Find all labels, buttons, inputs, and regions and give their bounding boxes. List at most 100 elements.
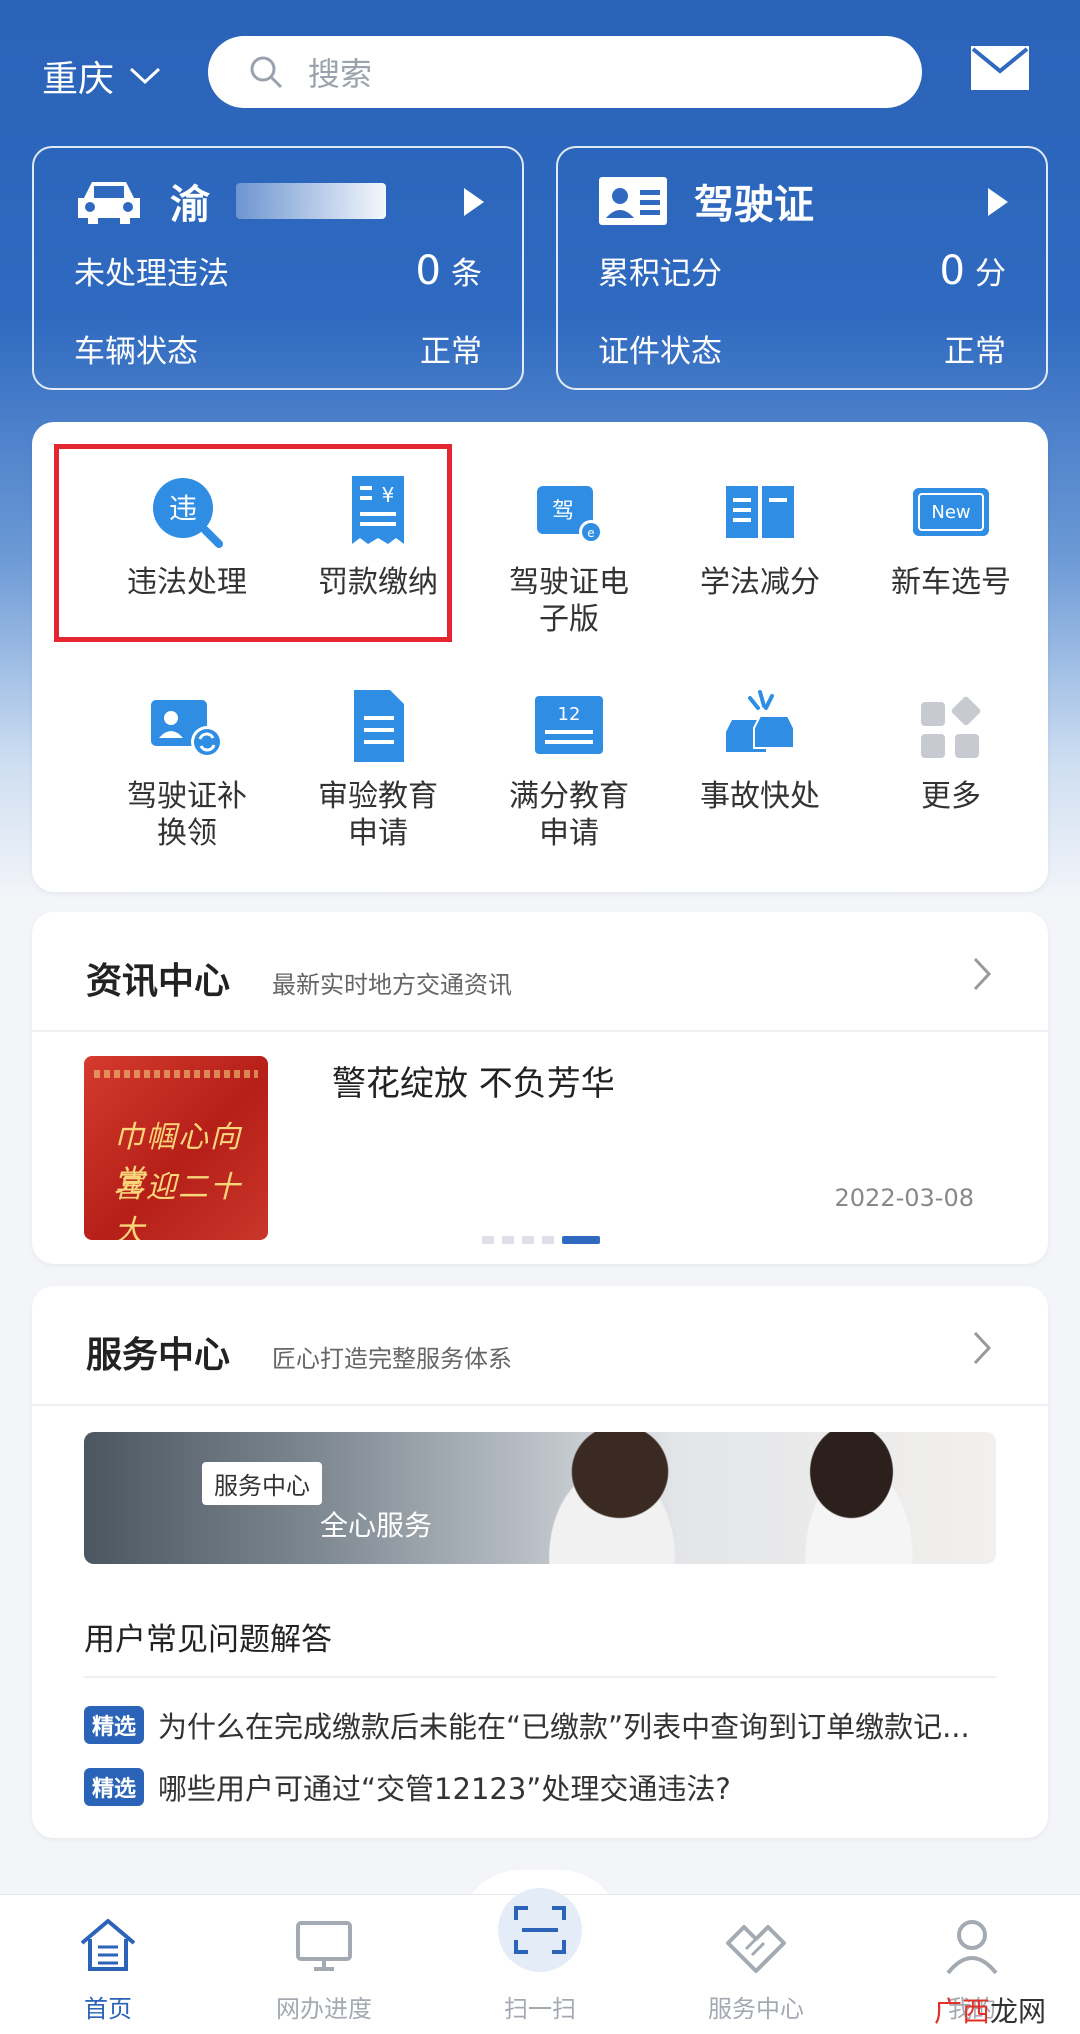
nav-label: 服务中心 <box>708 1995 804 2023</box>
svg-text:New: New <box>931 502 970 523</box>
unhandled-violations-count: 0 <box>415 248 441 294</box>
faq-question: 为什么在完成缴款后未能在“已缴款”列表中查询到订单缴款记... <box>158 1710 970 1744</box>
banner-subtitle: 全心服务 <box>320 1509 433 1542</box>
carousel-dot-active <box>562 1236 600 1244</box>
search-input[interactable]: 搜索 <box>208 36 922 108</box>
scan-button[interactable] <box>498 1888 582 1972</box>
watermark-part-1: 广西 <box>933 1995 990 2028</box>
nav-home[interactable]: 首页 <box>28 1913 188 2024</box>
unit-label: 条 <box>451 256 482 292</box>
document-icon <box>354 690 404 762</box>
service-label: 驾驶证补换领 <box>127 779 247 851</box>
carousel-indicator <box>482 1236 600 1244</box>
license-card[interactable]: 驾驶证 累积记分 0分 证件状态 正常 <box>556 146 1048 390</box>
nav-label: 首页 <box>84 1995 132 2023</box>
book-icon <box>726 486 794 538</box>
service-new-car-plate[interactable]: New 新车选号 <box>856 472 1046 601</box>
carousel-dot <box>542 1236 554 1244</box>
chevron-down-icon <box>129 67 161 85</box>
carousel-dot <box>482 1236 494 1244</box>
city-selector[interactable]: 重庆 <box>42 50 162 102</box>
scan-icon <box>514 1906 566 1954</box>
city-label: 重庆 <box>42 59 115 100</box>
monitor-icon <box>296 1921 352 1971</box>
divider <box>84 1676 996 1678</box>
license-card-title: 驾驶证 <box>694 182 814 228</box>
service-label: 学法减分 <box>700 565 820 600</box>
service-e-license[interactable]: 驾 e 驾驶证电子版 <box>474 472 664 638</box>
service-center-card: 服务中心 匠心打造完整服务体系 服务中心 全心服务 用户常见问题解答 精选 为什… <box>32 1286 1048 1838</box>
e-license-icon: 驾 e <box>537 486 603 544</box>
car-icon <box>78 182 140 224</box>
service-banner[interactable]: 服务中心 全心服务 <box>84 1432 996 1564</box>
service-study-reduce-points[interactable]: 学法减分 <box>665 472 855 601</box>
service-label: 满分教育申请 <box>509 779 629 851</box>
faq-section-title: 用户常见问题解答 <box>84 1622 332 1658</box>
service-center-subtitle: 匠心打造完整服务体系 <box>272 1345 513 1373</box>
service-review-education[interactable]: 审验教育申请 <box>283 686 473 852</box>
vehicle-status-value: 正常 <box>420 334 482 370</box>
user-icon <box>946 1920 998 1975</box>
chevron-right-icon[interactable] <box>972 956 992 992</box>
carousel-dot <box>522 1236 534 1244</box>
news-center-card: 资讯中心 最新实时地方交通资讯 巾帼心向党 喜迎二十大 警花绽放 不负芳华 20… <box>32 912 1048 1264</box>
thumbnail-strip <box>94 1070 258 1078</box>
more-grid-icon <box>921 696 981 758</box>
plate-prefix: 渝 <box>170 182 210 228</box>
faq-question: 哪些用户可通过“交管12123”处理交通违法? <box>158 1772 731 1806</box>
nav-label: 扫一扫 <box>504 1995 576 2023</box>
service-license-renewal[interactable]: 驾驶证补换领 <box>92 686 282 852</box>
service-label: 更多 <box>921 779 981 814</box>
search-placeholder: 搜索 <box>308 55 373 93</box>
calendar-12-icon: 12 <box>535 696 603 754</box>
chevron-right-icon[interactable] <box>972 1330 992 1366</box>
play-arrow-icon <box>988 188 1008 216</box>
service-label: 审验教育申请 <box>318 779 438 851</box>
featured-badge: 精选 <box>84 1706 145 1744</box>
faq-item[interactable]: 精选 为什么在完成缴款后未能在“已缴款”列表中查询到订单缴款记... <box>84 1704 1014 1746</box>
accumulated-points-label: 累积记分 <box>598 256 722 292</box>
svg-text:驾: 驾 <box>552 499 574 524</box>
faq-item[interactable]: 精选 哪些用户可通过“交管12123”处理交通违法? <box>84 1766 1014 1808</box>
divider <box>32 1030 1048 1032</box>
license-card-icon <box>599 177 667 225</box>
service-full-score-education[interactable]: 12 满分教育申请 <box>474 686 664 852</box>
license-renew-icon <box>151 700 223 758</box>
search-icon <box>250 56 283 89</box>
news-center-subtitle: 最新实时地方交通资讯 <box>272 971 513 999</box>
watermark: 广西龙网 <box>934 1990 1046 2030</box>
nav-label: 网办进度 <box>276 1995 372 2023</box>
news-item-title[interactable]: 警花绽放 不负芳华 <box>332 1056 615 1105</box>
nav-progress[interactable]: 网办进度 <box>244 1913 404 2024</box>
plate-number-masked <box>236 183 386 219</box>
svg-text:12: 12 <box>558 704 581 725</box>
play-arrow-icon <box>464 188 484 216</box>
home-icon <box>80 1919 136 1971</box>
service-label: 驾驶证电子版 <box>509 565 629 637</box>
service-label: 新车选号 <box>891 565 1011 600</box>
license-status-value: 正常 <box>944 334 1006 370</box>
agent-image <box>784 1432 934 1564</box>
featured-badge: 精选 <box>84 1768 145 1806</box>
news-thumbnail[interactable]: 巾帼心向党 喜迎二十大 <box>84 1056 268 1240</box>
svg-text:e: e <box>587 526 594 540</box>
accumulated-points-value: 0 <box>939 248 965 294</box>
news-center-title: 资讯中心 <box>86 961 231 1002</box>
service-accident-quick[interactable]: 事故快处 <box>665 686 855 815</box>
vehicle-status-label: 车辆状态 <box>74 334 198 370</box>
unhandled-violations-label: 未处理违法 <box>74 256 229 292</box>
nav-service-center[interactable]: 服务中心 <box>676 1913 836 2024</box>
thumbnail-text-2: 喜迎二十大 <box>114 1170 242 1240</box>
handshake-icon <box>726 1925 786 1973</box>
service-more[interactable]: 更多 <box>856 686 1046 815</box>
news-item-date: 2022-03-08 <box>834 1184 974 1212</box>
new-plate-icon: New <box>913 488 989 536</box>
highlight-box <box>54 444 452 642</box>
mail-icon[interactable] <box>970 44 1030 92</box>
service-label: 事故快处 <box>700 779 820 814</box>
carousel-dot <box>502 1236 514 1244</box>
service-center-title: 服务中心 <box>86 1335 231 1376</box>
banner-tag: 服务中心 <box>202 1462 322 1505</box>
unit-label: 分 <box>975 256 1006 292</box>
vehicle-card[interactable]: 渝 未处理违法 0条 车辆状态 正常 <box>32 146 524 390</box>
